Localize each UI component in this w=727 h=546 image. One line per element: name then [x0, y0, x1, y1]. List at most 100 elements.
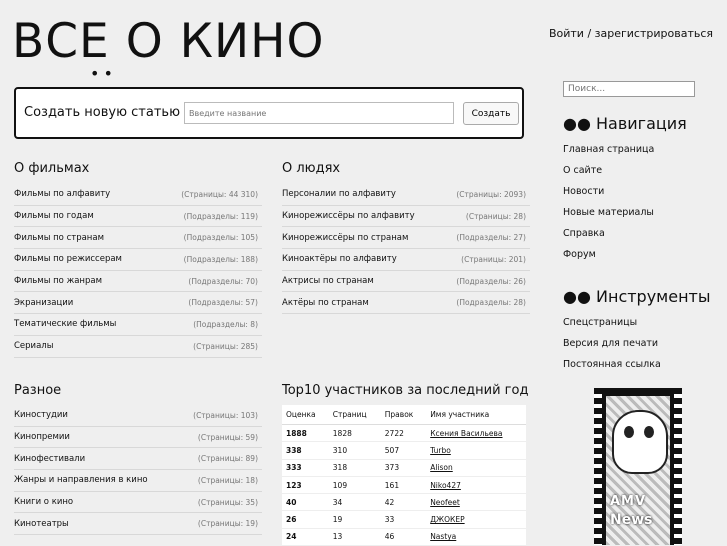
banner-line2: News [610, 512, 653, 528]
category-count: (Страницы: 59) [197, 432, 258, 442]
people-list-item[interactable]: Персоналии по алфавиту (Страницы: 2093) [282, 184, 530, 206]
misc-list-item[interactable]: Кинопремии (Страницы: 59) [14, 427, 262, 449]
films-list-item[interactable]: Экранизации (Подразделы: 57) [14, 292, 262, 315]
category-count: (Страницы: 44 310) [181, 189, 258, 199]
category-link[interactable]: Фильмы по алфавиту [14, 189, 110, 199]
category-count: (Подразделы: 28) [456, 298, 526, 308]
top10-column-header: Правок [380, 405, 427, 425]
top10-cell: 26 [282, 510, 329, 529]
category-link[interactable]: Фильмы по годам [14, 211, 94, 221]
category-count: (Подразделы: 119) [183, 211, 258, 221]
category-link[interactable]: Кинорежиссёры по алфавиту [282, 211, 415, 221]
category-link[interactable]: Кинопремии [14, 432, 70, 442]
top10-cell: 1888 [282, 424, 329, 443]
top10-cell: 46 [380, 528, 427, 546]
category-count: (Страницы: 35) [197, 497, 258, 507]
misc-list-item[interactable]: Кинотеатры (Страницы: 19) [14, 513, 262, 536]
films-list-item[interactable]: Тематические фильмы (Подразделы: 8) [14, 314, 262, 336]
top10-row: 333 318 373 Alison [282, 459, 526, 477]
category-link[interactable]: Актрисы по странам [282, 276, 374, 286]
tools-title: ●● Инструменты [563, 287, 711, 306]
category-link[interactable]: Экранизации [14, 298, 73, 308]
article-title-input[interactable] [184, 102, 454, 124]
top10-cell: 123 [282, 476, 329, 495]
tools-link[interactable]: Постоянная ссылка [563, 358, 661, 379]
category-link[interactable]: Кинорежиссёры по странам [282, 233, 408, 243]
nav-link[interactable]: О сайте [563, 164, 654, 185]
site-logo[interactable]: ВСЕ О КИНО •• [12, 14, 325, 82]
films-list-item[interactable]: Фильмы по режиссерам (Подразделы: 188) [14, 249, 262, 271]
login-register-link[interactable]: Войти / зарегистрироваться [549, 27, 713, 40]
top10-cell: 310 [328, 441, 381, 460]
category-link[interactable]: Тематические фильмы [14, 319, 116, 329]
misc-list-item[interactable]: Книги о кино (Страницы: 35) [14, 492, 262, 514]
films-list-item[interactable]: Фильмы по годам (Подразделы: 119) [14, 206, 262, 228]
category-count: (Страницы: 201) [461, 254, 526, 264]
films-list-item[interactable]: Фильмы по странам (Подразделы: 105) [14, 227, 262, 250]
films-list-item[interactable]: Фильмы по алфавиту (Страницы: 44 310) [14, 184, 262, 206]
top10-cell: 34 [328, 493, 381, 512]
people-list-item[interactable]: Актёры по странам (Подразделы: 28) [282, 292, 530, 315]
top10-cell: 40 [282, 493, 329, 512]
category-link[interactable]: Персоналии по алфавиту [282, 189, 396, 199]
logo-dots: •• [90, 64, 117, 83]
people-list-item[interactable]: Кинорежиссёры по алфавиту (Страницы: 28) [282, 206, 530, 228]
top10-cell: 13 [328, 528, 381, 546]
category-link[interactable]: Сериалы [14, 341, 53, 351]
tools-link[interactable]: Спецстраницы [563, 316, 661, 337]
category-link[interactable]: Кинотеатры [14, 519, 69, 529]
tools-link[interactable]: Версия для печати [563, 337, 661, 358]
category-count: (Страницы: 285) [193, 341, 258, 351]
category-link[interactable]: Кинофестивали [14, 454, 85, 464]
category-link[interactable]: Киноактёры по алфавиту [282, 254, 397, 264]
user-link[interactable]: Turbo [426, 441, 526, 460]
nav-link[interactable]: Новые материалы [563, 206, 654, 227]
category-link[interactable]: Киностудии [14, 410, 68, 420]
user-link[interactable]: Nastya [426, 528, 526, 546]
nav-link[interactable]: Справка [563, 227, 654, 248]
category-count: (Подразделы: 57) [188, 298, 258, 308]
top10-table: Оценка Страниц Правок Имя участника 1888 182… [282, 405, 526, 546]
films-list-item[interactable]: Сериалы (Страницы: 285) [14, 336, 262, 358]
category-link[interactable]: Фильмы по странам [14, 233, 104, 243]
nav-link[interactable]: Новости [563, 185, 654, 206]
people-list-item[interactable]: Киноактёры по алфавиту (Страницы: 201) [282, 249, 530, 271]
category-link[interactable]: Книги о кино [14, 497, 73, 507]
films-list-item[interactable]: Фильмы по жанрам (Подразделы: 70) [14, 271, 262, 293]
nav-link[interactable]: Главная страница [563, 143, 654, 164]
navigation-title: ●● Навигация [563, 114, 687, 133]
eye-left [624, 426, 634, 438]
auth-area: Войти / зарегистрироваться [549, 27, 713, 40]
user-link[interactable]: Ксения Васильева [426, 424, 526, 443]
banner-line1: AMV [610, 494, 647, 509]
top10-title: Top10 участников за последний год [282, 383, 529, 398]
user-link[interactable]: Alison [426, 459, 526, 477]
people-list-item[interactable]: Кинорежиссёры по странам (Подразделы: 27) [282, 227, 530, 250]
amv-news-banner[interactable]: AMV News [594, 388, 682, 545]
user-link[interactable]: ДЖОКЕР [426, 510, 526, 529]
people-list: Персоналии по алфавиту (Страницы: 2093) Ки… [282, 184, 530, 315]
top10-row: 26 19 33 ДЖОКЕР [282, 510, 526, 529]
user-link[interactable]: Neofeet [426, 493, 526, 512]
category-link[interactable]: Фильмы по режиссерам [14, 254, 122, 264]
top10-cell: 338 [282, 441, 329, 460]
top10-cell: 373 [380, 459, 427, 477]
category-count: (Страницы: 2093) [456, 189, 526, 199]
logo-text: ВСЕ О КИНО [12, 14, 325, 69]
top10-cell: 33 [380, 510, 427, 529]
create-article-box: Создать новую статью Создать [14, 87, 524, 139]
nav-link[interactable]: Форум [563, 248, 654, 269]
category-link[interactable]: Актёры по странам [282, 298, 369, 308]
people-list-item[interactable]: Актрисы по странам (Подразделы: 26) [282, 271, 530, 293]
category-count: (Страницы: 18) [197, 475, 258, 485]
create-button[interactable]: Создать [463, 102, 519, 125]
category-link[interactable]: Фильмы по жанрам [14, 276, 102, 286]
films-section-title: О фильмах [14, 161, 90, 176]
top10-cell: 333 [282, 459, 329, 477]
user-link[interactable]: Niko427 [426, 476, 526, 495]
category-link[interactable]: Жанры и направления в кино [14, 475, 148, 485]
misc-list-item[interactable]: Киностудии (Страницы: 103) [14, 405, 262, 427]
search-input[interactable] [563, 81, 695, 97]
misc-list-item[interactable]: Кинофестивали (Страницы: 89) [14, 448, 262, 471]
misc-list-item[interactable]: Жанры и направления в кино (Страницы: 18) [14, 470, 262, 492]
